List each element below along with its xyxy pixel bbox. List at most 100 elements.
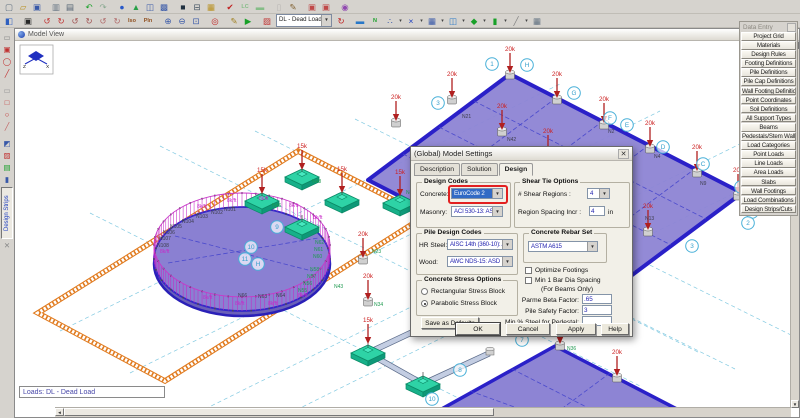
save-button[interactable]: ▣ bbox=[31, 1, 44, 13]
strip-toggle[interactable]: ╱ bbox=[510, 15, 523, 27]
new-view-button[interactable]: ◧ bbox=[3, 15, 16, 27]
grid-toggle[interactable]: ▦ bbox=[426, 15, 439, 27]
horizontal-scrollbar[interactable]: ◄ bbox=[55, 407, 791, 417]
data-entry-item-footing-definitions[interactable]: Footing Definitions bbox=[741, 59, 796, 68]
pedestal-toggle[interactable]: ▮ bbox=[489, 15, 502, 27]
envelope-button[interactable]: ▬ bbox=[254, 1, 267, 13]
data-entry-item-wall-footing-definitions[interactable]: Wall Footing Definitions bbox=[741, 87, 796, 96]
rotate-up-button[interactable]: ↺ bbox=[69, 15, 82, 27]
dropdown-arrow-icon[interactable]: ▾ bbox=[481, 15, 488, 27]
dropdown-arrow-icon[interactable]: ▾ bbox=[439, 15, 446, 27]
chevron-down-icon[interactable]: ▼ bbox=[587, 242, 597, 251]
report-button[interactable]: ▯ bbox=[273, 1, 286, 13]
open-file-button[interactable]: ▱ bbox=[17, 1, 30, 13]
rotate-down-button[interactable]: ↻ bbox=[83, 15, 96, 27]
dialog-close-button[interactable]: ✕ bbox=[618, 149, 629, 159]
data-entry-item-area-loads[interactable]: Area Loads bbox=[741, 168, 796, 177]
scroll-down-button[interactable]: ▼ bbox=[791, 400, 799, 408]
tab-solution[interactable]: Solution bbox=[461, 163, 498, 176]
data-entry-item-pedestals-stem-walls[interactable]: Pedestals/Stem Walls bbox=[741, 132, 796, 141]
redraw-button[interactable]: ▶ bbox=[242, 15, 255, 27]
chevron-down-icon[interactable]: ▼ bbox=[502, 240, 512, 249]
line-select-tool[interactable]: ╱ bbox=[1, 68, 13, 79]
iso-view-button[interactable]: Iso bbox=[125, 15, 140, 27]
optimize-footings-checkbox[interactable] bbox=[525, 267, 532, 274]
region-spacing-input[interactable] bbox=[589, 206, 605, 216]
point-label-toggle[interactable]: ∴ bbox=[384, 15, 397, 27]
plot-options-button[interactable]: ▨ bbox=[261, 15, 274, 27]
slab-lower[interactable] bbox=[420, 346, 700, 408]
select-all-tool[interactable]: ▭ bbox=[1, 32, 13, 43]
dropdown-arrow-icon[interactable]: ▾ bbox=[418, 15, 425, 27]
undo-button[interactable]: ↶ bbox=[83, 1, 96, 13]
zoom-out-button[interactable]: ⊖ bbox=[176, 15, 189, 27]
footing-toggle[interactable]: ◫ bbox=[447, 15, 460, 27]
snapshot-button[interactable]: ▣ bbox=[22, 15, 35, 27]
parme-input[interactable] bbox=[582, 294, 612, 304]
data-entry-item-load-categories[interactable]: Load Categories bbox=[741, 141, 796, 150]
model-canvas[interactable]: 20k20k20k20k20k20k20k20k20k20k20k20k20k2… bbox=[15, 41, 791, 408]
tab-design[interactable]: Design bbox=[499, 163, 534, 176]
chevron-down-icon[interactable]: ▼ bbox=[599, 189, 609, 198]
rectangular-stress-radio[interactable] bbox=[421, 288, 428, 295]
spin-left-button[interactable]: ↺ bbox=[97, 15, 110, 27]
help-button[interactable]: ◉ bbox=[339, 1, 352, 13]
cancel-button[interactable]: Cancel bbox=[506, 323, 550, 335]
zoom-box-button[interactable]: ⊡ bbox=[190, 15, 203, 27]
data-entry-item-slabs[interactable]: Slabs bbox=[741, 178, 796, 187]
hr-steel-select[interactable]: AISC 14th (360-10): ASD▼ bbox=[447, 239, 513, 250]
data-entry-item-soil-definitions[interactable]: Soil Definitions bbox=[741, 105, 796, 114]
box-unselect-tool[interactable]: □ bbox=[1, 97, 13, 108]
data-entry-item-design-rules[interactable]: Design Rules bbox=[741, 50, 796, 59]
concrete-code-select[interactable]: EuroCode 2▼ bbox=[451, 188, 503, 199]
data-entry-item-wall-footings[interactable]: Wall Footings bbox=[741, 187, 796, 196]
plan-view-button[interactable]: Pln bbox=[141, 15, 156, 27]
data-entry-item-materials[interactable]: Materials bbox=[741, 41, 796, 50]
spreadsheet-button[interactable]: ▦ bbox=[205, 1, 218, 13]
zoom-in-button[interactable]: ⊕ bbox=[162, 15, 175, 27]
dialog-titlebar[interactable]: (Global) Model Settings ✕ bbox=[411, 147, 632, 161]
solve-button[interactable]: ✔ bbox=[224, 1, 237, 13]
dropdown-arrow-icon[interactable]: ▾ bbox=[502, 15, 509, 27]
apply-load-button[interactable]: ↻ bbox=[335, 15, 348, 27]
data-entry-item-beams[interactable]: Beams bbox=[741, 123, 796, 132]
min-bar-spacing-checkbox[interactable] bbox=[525, 277, 532, 284]
rendered-view-button[interactable]: ● bbox=[116, 1, 129, 13]
model-view-titlebar[interactable]: Model View bbox=[15, 29, 799, 41]
polygon-select-tool[interactable]: ◯ bbox=[1, 56, 13, 67]
data-entry-item-load-combinations[interactable]: Load Combinations bbox=[741, 196, 796, 205]
dropdown-arrow-icon[interactable]: ▾ bbox=[397, 15, 404, 27]
data-entry-close-icon[interactable] bbox=[787, 23, 796, 32]
data-entry-item-design-strips-cuts[interactable]: Design Strips/Cuts bbox=[741, 205, 796, 214]
data-entry-item-point-coordinates[interactable]: Point Coordinates bbox=[741, 96, 796, 105]
scrollbar-thumb[interactable] bbox=[64, 408, 494, 416]
print-button[interactable]: ▤ bbox=[64, 1, 77, 13]
copy-button[interactable]: ▥ bbox=[50, 1, 63, 13]
node-label-toggle[interactable]: N bbox=[368, 15, 383, 27]
data-entry-item-point-loads[interactable]: Point Loads bbox=[741, 150, 796, 159]
graph-button[interactable]: ▲ bbox=[130, 1, 143, 13]
line-unselect-tool[interactable]: ╱ bbox=[1, 121, 13, 132]
rebar-select[interactable]: ASTM A615▼ bbox=[528, 241, 598, 252]
pile-safety-input[interactable] bbox=[582, 305, 612, 315]
wall-panel-toggle[interactable]: ▬ bbox=[354, 15, 367, 27]
unselect-all-tool[interactable]: ▭ bbox=[1, 85, 13, 96]
delete-tool[interactable]: ✕ bbox=[1, 240, 13, 251]
load-display-toggle[interactable]: × bbox=[405, 15, 418, 27]
new-file-button[interactable]: ▢ bbox=[3, 1, 16, 13]
spin-right-button[interactable]: ↻ bbox=[111, 15, 124, 27]
edit-report-button[interactable]: ✎ bbox=[287, 1, 300, 13]
scroll-left-button[interactable]: ◄ bbox=[55, 408, 64, 416]
save-selection-tool[interactable]: ▤ bbox=[1, 162, 13, 173]
misc-toggle[interactable]: ▦ bbox=[531, 15, 544, 27]
rotate-left-button[interactable]: ↺ bbox=[41, 15, 54, 27]
unity-check-2-button[interactable]: ▣ bbox=[320, 1, 333, 13]
dropdown-arrow-icon[interactable]: ▾ bbox=[460, 15, 467, 27]
redo-button[interactable]: ↷ bbox=[97, 1, 110, 13]
design-strips-button[interactable]: Design Strips bbox=[1, 187, 13, 239]
lock-selection-tool[interactable]: ▮ bbox=[1, 174, 13, 185]
box-select-tool[interactable]: ▣ bbox=[1, 44, 13, 55]
data-entry-item-pile-definitions[interactable]: Pile Definitions bbox=[741, 68, 796, 77]
data-entry-item-pile-cap-definitions[interactable]: Pile Cap Definitions bbox=[741, 77, 796, 86]
data-entry-item-project-grid[interactable]: Project Grid bbox=[741, 32, 796, 41]
